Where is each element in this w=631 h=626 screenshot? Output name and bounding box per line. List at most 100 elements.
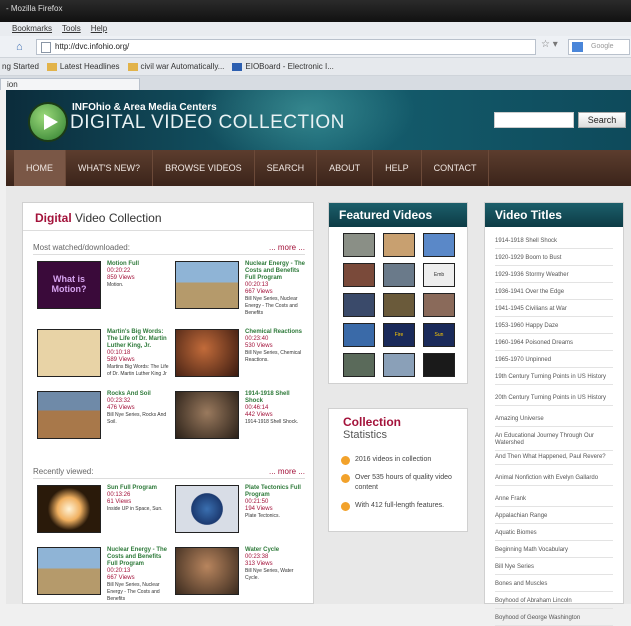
- menu-bookmarks[interactable]: Bookmarks: [12, 24, 52, 34]
- nav-search[interactable]: SEARCH: [255, 150, 318, 186]
- rss-icon: [46, 62, 57, 71]
- video-title[interactable]: Chemical Reactions: [245, 329, 307, 336]
- site-title[interactable]: DIGITAL VIDEO COLLECTION: [70, 112, 345, 134]
- more-link[interactable]: ... more ...: [269, 467, 305, 476]
- bookmark-getting-started[interactable]: ng Started: [2, 62, 39, 75]
- featured-thumb[interactable]: Emb: [423, 263, 455, 287]
- video-item[interactable]: Chemical Reactions 00:23:40 530 Views Bi…: [175, 329, 307, 389]
- video-title-link[interactable]: Appalachian Range: [495, 510, 613, 524]
- video-title-link[interactable]: And Then What Happened, Paul Revere?: [495, 451, 613, 465]
- video-duration: 00:13:26: [107, 492, 131, 498]
- video-title[interactable]: Motion Full: [107, 261, 169, 268]
- nav-help[interactable]: HELP: [373, 150, 422, 186]
- video-duration: 00:23:32: [107, 398, 131, 404]
- featured-thumb[interactable]: [383, 353, 415, 377]
- site-search-input[interactable]: [494, 112, 574, 128]
- nav-home[interactable]: HOME: [14, 150, 66, 186]
- more-link[interactable]: ... more ...: [269, 243, 305, 252]
- video-thumbnail[interactable]: What is Motion?: [37, 261, 101, 309]
- video-title[interactable]: Sun Full Program: [107, 485, 169, 492]
- video-thumbnail[interactable]: [175, 485, 239, 533]
- home-icon[interactable]: ⌂: [16, 40, 30, 54]
- featured-thumb[interactable]: [383, 263, 415, 287]
- video-title-link[interactable]: Animal Nonfiction with Evelyn Gallardo: [495, 472, 613, 486]
- video-views: 194 Views: [245, 506, 273, 512]
- video-title-link[interactable]: 1965-1970 Unpinned: [495, 354, 613, 368]
- video-title-link[interactable]: Bones and Muscles: [495, 578, 613, 592]
- play-logo-icon[interactable]: [28, 102, 68, 142]
- featured-thumb[interactable]: [343, 293, 375, 317]
- video-item[interactable]: Sun Full Program 00:13:26 61 Views Insid…: [37, 485, 169, 545]
- video-thumbnail[interactable]: [175, 329, 239, 377]
- video-title-link[interactable]: 20th Century Turning Points in US Histor…: [495, 392, 613, 406]
- nav-whats-new[interactable]: WHAT'S NEW?: [66, 150, 154, 186]
- stats-heading: Collection Statistics: [343, 415, 402, 441]
- site-search-button[interactable]: Search: [578, 112, 626, 128]
- bookmark-latest-headlines[interactable]: Latest Headlines: [46, 62, 120, 75]
- featured-thumb[interactable]: Fire: [383, 323, 415, 347]
- video-item[interactable]: Rocks And Soil 00:23:32 476 Views Bill N…: [37, 391, 169, 451]
- video-thumbnail[interactable]: [37, 547, 101, 595]
- nav-about[interactable]: ABOUT: [317, 150, 374, 186]
- video-title-link[interactable]: Boyhood of George Washington: [495, 612, 613, 626]
- video-title[interactable]: Plate Tectonics Full Program: [245, 485, 307, 499]
- url-bar[interactable]: http://dvc.infohio.org/: [36, 39, 536, 55]
- featured-thumb[interactable]: [383, 293, 415, 317]
- stat-item: 2016 videos in collection: [341, 455, 465, 465]
- featured-thumb[interactable]: [423, 353, 455, 377]
- video-thumbnail[interactable]: [37, 391, 101, 439]
- bookmark-civil-war[interactable]: civil war Automatically...: [127, 62, 224, 75]
- video-thumbnail[interactable]: [37, 485, 101, 533]
- video-title[interactable]: Nuclear Energy - The Costs and Benefits …: [245, 261, 307, 282]
- menu-tools[interactable]: Tools: [62, 24, 81, 34]
- video-title[interactable]: Martin's Big Words: The Life of Dr. Mart…: [107, 329, 169, 350]
- featured-thumb[interactable]: [383, 233, 415, 257]
- featured-thumb[interactable]: [343, 323, 375, 347]
- nav-browse-videos[interactable]: BROWSE VIDEOS: [153, 150, 255, 186]
- bookmark-eioboard[interactable]: EIOBoard - Electronic I...: [232, 62, 334, 75]
- video-title-link[interactable]: Aquatic Biomes: [495, 527, 613, 541]
- video-item[interactable]: What is Motion? Motion Full 00:20:22 859…: [37, 261, 169, 321]
- featured-thumb[interactable]: [343, 263, 375, 287]
- video-title-link[interactable]: Amazing Universe: [495, 413, 613, 427]
- stats-panel: Collection Statistics 2016 videos in col…: [328, 408, 468, 532]
- video-item[interactable]: 1914-1918 Shell Shock 00:46:14 442 Views…: [175, 391, 307, 451]
- video-title-link[interactable]: An Educational Journey Through Our Water…: [495, 430, 613, 451]
- video-title-link[interactable]: 19th Century Turning Points in US Histor…: [495, 371, 613, 385]
- video-title[interactable]: 1914-1918 Shell Shock: [245, 391, 307, 405]
- video-title-link[interactable]: Anne Frank: [495, 493, 613, 507]
- video-title-link[interactable]: 1920-1929 Boom to Bust: [495, 252, 613, 266]
- video-item[interactable]: Nuclear Energy - The Costs and Benefits …: [175, 261, 307, 321]
- browser-search-input[interactable]: Google: [568, 39, 630, 55]
- video-thumbnail[interactable]: [175, 261, 239, 309]
- featured-thumb[interactable]: Sun: [423, 323, 455, 347]
- video-thumbnail[interactable]: [175, 391, 239, 439]
- featured-thumb[interactable]: [343, 353, 375, 377]
- star-icon[interactable]: ☆ ▾: [541, 39, 558, 50]
- video-title[interactable]: Nuclear Energy - The Costs and Benefits …: [107, 547, 169, 568]
- video-thumbnail[interactable]: [175, 547, 239, 595]
- video-title-link[interactable]: Beginning Math Vocabulary: [495, 544, 613, 558]
- video-title-link[interactable]: 1929-1936 Stormy Weather: [495, 269, 613, 283]
- video-item[interactable]: Martin's Big Words: The Life of Dr. Mart…: [37, 329, 169, 389]
- featured-thumb[interactable]: [423, 293, 455, 317]
- browser-tab[interactable]: ion: [0, 78, 140, 90]
- video-title-link[interactable]: Bill Nye Series: [495, 561, 613, 575]
- video-item[interactable]: Plate Tectonics Full Program 00:21:50 19…: [175, 485, 307, 545]
- video-item[interactable]: Water Cycle 00:23:38 313 Views Bill Nye …: [175, 547, 307, 607]
- featured-thumb[interactable]: [343, 233, 375, 257]
- video-title-link[interactable]: 1941-1945 Civilians at War: [495, 303, 613, 317]
- video-item[interactable]: Nuclear Energy - The Costs and Benefits …: [37, 547, 169, 607]
- video-title-link[interactable]: Boyhood of Abraham Lincoln: [495, 595, 613, 609]
- video-thumbnail[interactable]: [37, 329, 101, 377]
- url-text: http://dvc.infohio.org/: [55, 42, 130, 51]
- video-title-link[interactable]: 1936-1941 Over the Edge: [495, 286, 613, 300]
- featured-thumb[interactable]: [423, 233, 455, 257]
- nav-contact[interactable]: CONTACT: [422, 150, 490, 186]
- video-title-link[interactable]: 1953-1960 Happy Daze: [495, 320, 613, 334]
- menu-help[interactable]: Help: [91, 24, 107, 34]
- video-title-link[interactable]: 1914-1918 Shell Shock: [495, 235, 613, 249]
- video-title[interactable]: Rocks And Soil: [107, 391, 169, 398]
- video-title[interactable]: Water Cycle: [245, 547, 307, 554]
- video-title-link[interactable]: 1960-1964 Poisoned Dreams: [495, 337, 613, 351]
